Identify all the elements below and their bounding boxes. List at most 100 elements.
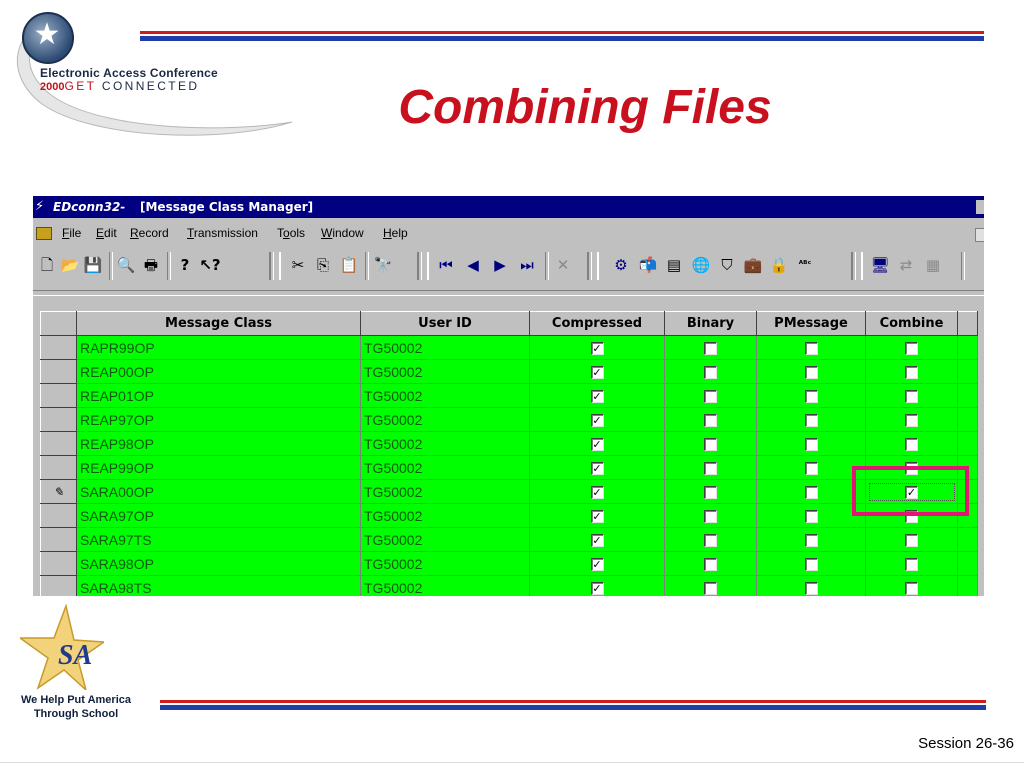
column-header-compressed[interactable]: Compressed <box>529 311 665 336</box>
combine-checkbox[interactable] <box>905 390 918 404</box>
message-class-cell[interactable]: SARA98TS <box>76 575 361 596</box>
column-header-binary[interactable]: Binary <box>664 311 757 336</box>
tools-icon[interactable]: ⚙ <box>610 254 632 276</box>
pmessage-checkbox[interactable] <box>804 510 818 524</box>
first-record-icon[interactable]: ⏮ <box>435 254 457 276</box>
document-menu-icon[interactable] <box>36 227 52 240</box>
pmessage-checkbox[interactable] <box>804 342 818 356</box>
pmessage-checkbox[interactable] <box>804 390 818 404</box>
compressed-checkbox[interactable]: ✓ <box>590 414 604 428</box>
pmessage-checkbox[interactable] <box>804 366 818 380</box>
prev-record-icon[interactable]: ◀ <box>462 254 484 276</box>
compressed-checkbox[interactable]: ✓ <box>590 390 604 404</box>
network-icon[interactable]: ⇄ <box>895 254 917 276</box>
pmessage-checkbox[interactable] <box>804 534 818 548</box>
shield-icon[interactable]: ⛉ <box>716 254 738 276</box>
next-record-icon[interactable]: ▶ <box>489 254 511 276</box>
user-id-cell[interactable]: TG50002 <box>360 479 530 504</box>
combine-checkbox[interactable] <box>905 582 918 596</box>
message-class-cell[interactable]: SARA97TS <box>76 527 361 552</box>
table-row[interactable]: SARA98TS TG50002 ✓ <box>40 575 978 596</box>
row-selector[interactable] <box>40 503 77 528</box>
pmessage-checkbox[interactable] <box>804 582 818 596</box>
row-selector[interactable] <box>40 335 77 360</box>
combine-checkbox[interactable] <box>905 438 918 452</box>
binary-checkbox[interactable] <box>704 582 717 596</box>
binary-checkbox[interactable] <box>704 486 717 500</box>
last-record-icon[interactable]: ⏭ <box>516 254 538 276</box>
delete-icon[interactable]: ✕ <box>552 254 574 276</box>
spellcheck-icon[interactable]: ᴬᴮᶜ <box>794 254 816 276</box>
window-control-button[interactable] <box>976 200 984 214</box>
mailbox-icon[interactable]: 📬 <box>637 254 659 276</box>
message-class-cell[interactable]: SARA97OP <box>76 503 361 528</box>
help-icon[interactable]: ? <box>174 254 196 276</box>
new-icon[interactable]: 🗋 <box>36 254 58 276</box>
print-preview-icon[interactable]: 🔍 <box>115 254 137 276</box>
menu-edit[interactable]: Edit <box>96 222 117 244</box>
message-class-cell[interactable]: RAPR99OP <box>76 335 361 360</box>
message-class-cell[interactable]: REAP97OP <box>76 407 361 432</box>
menu-record[interactable]: Record <box>130 222 169 244</box>
message-class-cell[interactable]: REAP00OP <box>76 359 361 384</box>
menu-file[interactable]: File <box>62 222 81 244</box>
binary-checkbox[interactable] <box>704 414 717 428</box>
binary-checkbox[interactable] <box>704 462 717 476</box>
briefcase-icon[interactable]: 💼 <box>742 254 764 276</box>
compressed-checkbox[interactable]: ✓ <box>590 342 604 356</box>
menu-transmission[interactable]: Transmission <box>187 222 258 244</box>
row-selector[interactable] <box>40 383 77 408</box>
user-id-cell[interactable]: TG50002 <box>360 431 530 456</box>
computer-icon[interactable]: 🖥 <box>869 254 891 276</box>
message-class-cell[interactable]: REAP98OP <box>76 431 361 456</box>
user-id-cell[interactable]: TG50002 <box>360 335 530 360</box>
compressed-checkbox[interactable]: ✓ <box>590 366 604 380</box>
compressed-checkbox[interactable]: ✓ <box>590 534 604 548</box>
combine-checkbox[interactable] <box>905 534 918 548</box>
table-row[interactable]: RAPR99OP TG50002 ✓ <box>40 335 978 360</box>
compressed-checkbox[interactable]: ✓ <box>590 438 604 452</box>
current-row-pencil-icon[interactable]: ✎ <box>40 479 77 504</box>
message-class-cell[interactable]: SARA98OP <box>76 551 361 576</box>
combine-checkbox[interactable] <box>905 342 918 356</box>
table-row[interactable]: SARA97TS TG50002 ✓ <box>40 527 978 552</box>
table-row[interactable]: SARA98OP TG50002 ✓ <box>40 551 978 576</box>
menu-help[interactable]: Help <box>383 222 408 244</box>
user-id-cell[interactable]: TG50002 <box>360 455 530 480</box>
table-icon[interactable]: ▤ <box>663 254 685 276</box>
print-icon[interactable]: 🖶 <box>140 254 162 276</box>
table-row[interactable]: SARA97OP TG50002 ✓ <box>40 503 978 528</box>
binary-checkbox[interactable] <box>704 534 717 548</box>
message-class-cell[interactable]: SARA00OP <box>76 479 361 504</box>
lock-icon[interactable]: 🔒 <box>768 254 790 276</box>
binary-checkbox[interactable] <box>704 366 717 380</box>
combine-checkbox[interactable] <box>905 366 918 380</box>
menu-control-button[interactable] <box>975 228 984 242</box>
paste-icon[interactable]: 📋 <box>338 254 360 276</box>
cut-icon[interactable]: ✂ <box>287 254 309 276</box>
window-titlebar[interactable]: ⚡ EDconn32- [Message Class Manager] <box>33 196 984 218</box>
pmessage-checkbox[interactable] <box>804 414 818 428</box>
copy-icon[interactable]: ⎘ <box>312 254 334 276</box>
message-class-cell[interactable]: REAP01OP <box>76 383 361 408</box>
row-selector[interactable] <box>40 575 77 596</box>
user-id-cell[interactable]: TG50002 <box>360 383 530 408</box>
pmessage-checkbox[interactable] <box>804 462 818 476</box>
column-header-message-class[interactable]: Message Class <box>76 311 361 336</box>
column-header-user-id[interactable]: User ID <box>360 311 530 336</box>
menu-window[interactable]: Window <box>321 222 364 244</box>
compressed-checkbox[interactable]: ✓ <box>590 510 604 524</box>
table-row[interactable]: REAP97OP TG50002 ✓ <box>40 407 978 432</box>
context-help-icon[interactable]: ↖? <box>199 254 221 276</box>
message-class-cell[interactable]: REAP99OP <box>76 455 361 480</box>
pmessage-checkbox[interactable] <box>804 486 818 500</box>
row-selector[interactable] <box>40 455 77 480</box>
binary-checkbox[interactable] <box>704 438 717 452</box>
column-header-pmessage[interactable]: PMessage <box>756 311 866 336</box>
binary-checkbox[interactable] <box>704 558 717 572</box>
row-selector[interactable] <box>40 551 77 576</box>
pmessage-checkbox[interactable] <box>804 558 818 572</box>
table-row[interactable]: REAP01OP TG50002 ✓ <box>40 383 978 408</box>
globe-icon[interactable]: 🌐 <box>690 254 712 276</box>
row-selector[interactable] <box>40 527 77 552</box>
